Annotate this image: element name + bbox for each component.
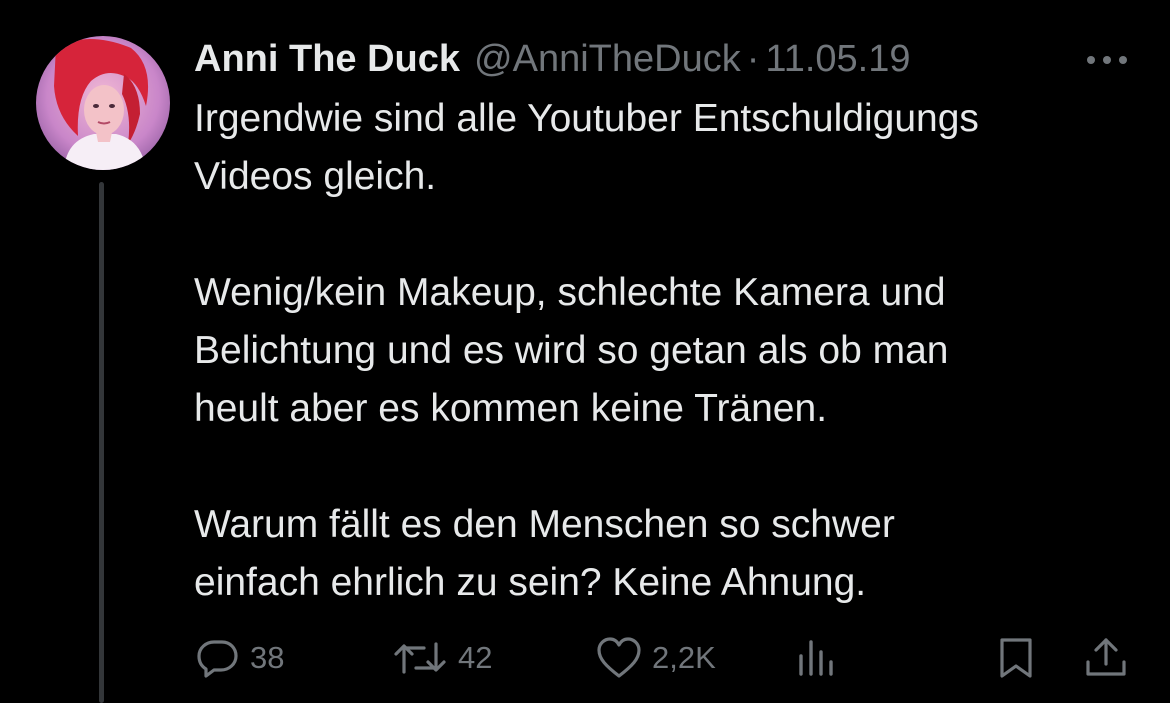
views-button[interactable] [796, 628, 836, 688]
author-handle[interactable]: @AnniTheDuck [474, 38, 741, 81]
tweet-timestamp[interactable]: 11.05.19 [765, 38, 910, 81]
tweet-text-line: Belichtung und es wird so getan als ob m… [194, 329, 949, 372]
tweet-text-line: Irgendwie sind alle Youtuber Entschuldig… [194, 97, 979, 140]
thread-connector-line [99, 182, 104, 703]
reply-icon [197, 640, 238, 678]
retweet-icon [394, 642, 446, 674]
heart-icon [597, 637, 641, 678]
share-button[interactable] [1084, 628, 1128, 688]
retweet-button[interactable]: 42 [392, 628, 492, 688]
tweet-header: Anni The Duck @AnniTheDuck · 11.05.19 [194, 34, 910, 84]
more-horizontal-icon [1087, 56, 1127, 64]
tweet-text-line: einfach ehrlich zu sein? Keine Ahnung. [194, 561, 867, 604]
reply-count: 38 [250, 640, 285, 675]
tweet-text: Irgendwie sind alle Youtuber Entschuldig… [194, 90, 1134, 612]
bookmark-button[interactable] [998, 628, 1034, 688]
avatar[interactable] [36, 36, 170, 170]
views-icon [799, 640, 833, 676]
tweet: Anni The Duck @AnniTheDuck · 11.05.19 Ir… [0, 0, 1170, 703]
bookmark-icon [1000, 638, 1032, 678]
share-icon [1086, 638, 1126, 676]
more-options-button[interactable] [1082, 40, 1132, 80]
like-button[interactable]: 2,2K [596, 628, 716, 688]
tweet-text-line: heult aber es kommen keine Tränen. [194, 387, 828, 430]
tweet-action-bar: 38 42 2,2K [0, 628, 1170, 688]
like-count: 2,2K [652, 640, 716, 675]
tweet-text-line: Warum fällt es den Menschen so schwer [194, 503, 895, 546]
header-separator: · [746, 37, 760, 80]
tweet-text-line: Wenig/kein Makeup, schlechte Kamera und [194, 271, 946, 314]
avatar-image [36, 36, 170, 170]
reply-button[interactable]: 38 [196, 628, 284, 688]
author-display-name[interactable]: Anni The Duck [194, 38, 460, 81]
retweet-count: 42 [458, 640, 493, 675]
tweet-text-line: Videos gleich. [194, 155, 437, 198]
